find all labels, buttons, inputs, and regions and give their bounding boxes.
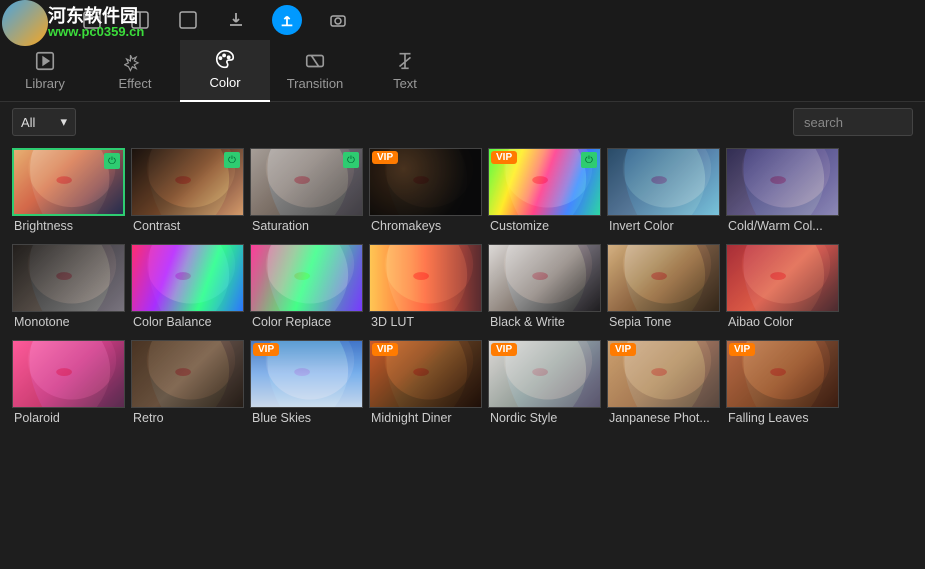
tab-label: Library [25,76,65,91]
effect-thumbnail [726,148,839,216]
effect-thumbnail [607,148,720,216]
effect-label: Invert Color [607,216,720,233]
effect-thumbnail [131,340,244,408]
effect-label: Nordic Style [488,408,601,425]
effect-card[interactable]: 3D LUT [369,244,482,334]
layout-3-icon[interactable] [176,8,200,32]
chevron-down-icon: ▾ [60,114,67,130]
tab-text[interactable]: Text [360,40,450,102]
effect-card[interactable]: VIP Nordic Style [488,340,601,430]
filter-value: All [21,115,35,130]
effect-label: Blue Skies [250,408,363,425]
effect-label: Retro [131,408,244,425]
vip-badge: VIP [491,343,517,356]
effect-thumbnail: VIP [250,340,363,408]
effect-label: Midnight Diner [369,408,482,425]
effect-thumbnail [250,148,363,216]
applied-indicator-icon [581,152,597,168]
effect-card[interactable]: Contrast [131,148,244,238]
effects-grid: Brightness Contrast Saturation VIP Chromakey… [0,142,925,436]
effect-card[interactable]: Polaroid [12,340,125,430]
effect-card[interactable]: Color Balance [131,244,244,334]
effect-card[interactable]: Aibao Color [726,244,839,334]
top-toolbar [0,0,925,40]
effect-label: Monotone [12,312,125,329]
effect-card[interactable]: VIP Janpanese Phot... [607,340,720,430]
effect-card[interactable]: Brightness [12,148,125,238]
effect-thumbnail [12,148,125,216]
effect-thumbnail: VIP [369,340,482,408]
tab-label: Transition [287,76,344,91]
effect-label: Contrast [131,216,244,233]
effect-card[interactable]: Sepia Tone [607,244,720,334]
tab-label: Color [209,75,240,90]
effect-card[interactable]: Black & Write [488,244,601,334]
vip-badge: VIP [729,343,755,356]
effect-thumbnail: VIP [607,340,720,408]
search-input[interactable] [793,108,913,136]
vip-badge: VIP [253,343,279,356]
effect-thumbnail: VIP [488,148,601,216]
effect-label: Color Balance [131,312,244,329]
effect-thumbnail: VIP [488,340,601,408]
main-tabbar: Library Effect Color Transition Text [0,40,925,102]
vip-badge: VIP [491,151,517,164]
vip-badge: VIP [372,343,398,356]
effect-label: Sepia Tone [607,312,720,329]
tab-library[interactable]: Library [0,40,90,102]
tab-transition[interactable]: Transition [270,40,360,102]
effect-card[interactable]: VIP Midnight Diner [369,340,482,430]
effect-thumbnail [131,244,244,312]
effect-thumbnail [726,244,839,312]
effect-label: Black & Write [488,312,601,329]
effect-label: Cold/Warm Col... [726,216,839,233]
applied-indicator-icon [343,152,359,168]
effect-thumbnail [131,148,244,216]
effect-label: Janpanese Phot... [607,408,720,425]
effect-thumbnail [369,244,482,312]
effect-label: Color Replace [250,312,363,329]
vip-badge: VIP [610,343,636,356]
effect-thumbnail [12,340,125,408]
effect-label: Falling Leaves [726,408,839,425]
effect-thumbnail [488,244,601,312]
effect-card[interactable]: VIP Chromakeys [369,148,482,238]
effect-label: Brightness [12,216,125,233]
effect-label: 3D LUT [369,312,482,329]
effect-card[interactable]: VIP Falling Leaves [726,340,839,430]
effect-label: Polaroid [12,408,125,425]
effect-card[interactable]: Invert Color [607,148,720,238]
export-icon[interactable] [272,5,302,35]
camera-icon[interactable] [326,8,350,32]
effect-label: Saturation [250,216,363,233]
effect-thumbnail: VIP [726,340,839,408]
effect-label: Aibao Color [726,312,839,329]
effect-card[interactable]: Monotone [12,244,125,334]
effect-thumbnail [12,244,125,312]
effect-card[interactable]: Color Replace [250,244,363,334]
effect-thumbnail [250,244,363,312]
vip-badge: VIP [372,151,398,164]
applied-indicator-icon [104,153,120,169]
effect-card[interactable]: Cold/Warm Col... [726,148,839,238]
effect-thumbnail [607,244,720,312]
effect-thumbnail: VIP [369,148,482,216]
tab-effect[interactable]: Effect [90,40,180,102]
effect-label: Customize [488,216,601,233]
layout-1-icon[interactable] [80,8,104,32]
effect-card[interactable]: Saturation [250,148,363,238]
tab-label: Text [393,76,417,91]
effect-label: Chromakeys [369,216,482,233]
effect-card[interactable]: VIP Blue Skies [250,340,363,430]
category-filter-select[interactable]: All ▾ [12,108,76,136]
tab-color[interactable]: Color [180,40,270,102]
effect-card[interactable]: VIP Customize [488,148,601,238]
applied-indicator-icon [224,152,240,168]
import-icon[interactable] [224,8,248,32]
filter-bar: All ▾ [0,102,925,142]
layout-2-icon[interactable] [128,8,152,32]
tab-label: Effect [118,76,151,91]
effect-card[interactable]: Retro [131,340,244,430]
